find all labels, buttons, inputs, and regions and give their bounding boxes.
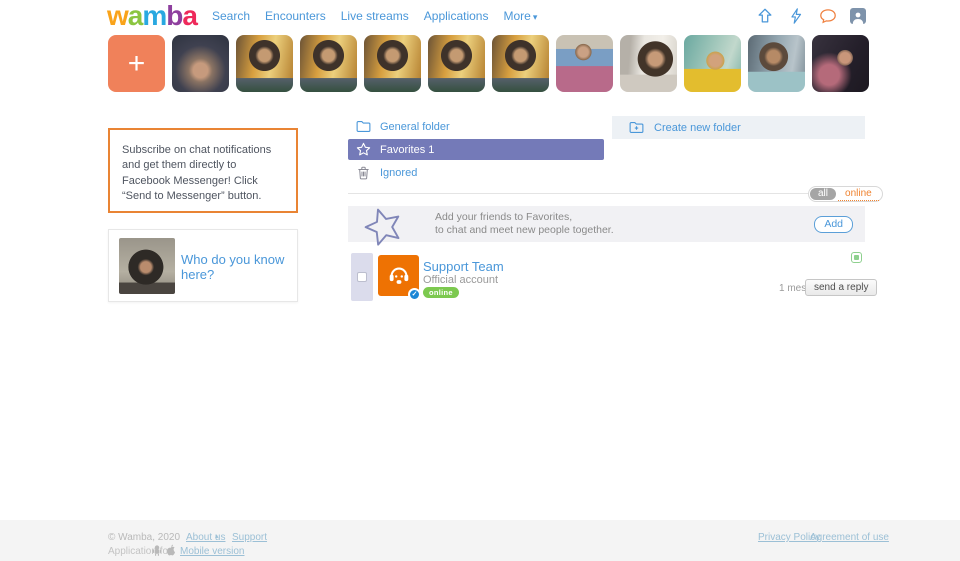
chat-bubble-icon[interactable]: [819, 7, 837, 25]
logo-letter: b: [166, 0, 182, 32]
verified-badge-icon: ✓: [408, 288, 421, 301]
about-us-link[interactable]: About us: [186, 532, 225, 543]
filter-online-button[interactable]: online: [838, 188, 879, 201]
new-message-indicator-icon: [851, 252, 862, 263]
who-do-you-know-box[interactable]: Who do you know here?: [108, 229, 298, 302]
messenger-promo-box: Subscribe on chat notifications and get …: [108, 128, 298, 213]
chevron-up-icon: ▴: [215, 532, 219, 540]
folder-ignored-label: Ignored: [380, 167, 417, 179]
profile-thumbnail[interactable]: [684, 35, 741, 92]
add-friends-button[interactable]: Add: [814, 216, 853, 233]
support-headset-icon: [386, 263, 412, 289]
header-icon-group: [756, 7, 866, 25]
logo-letter: m: [142, 0, 166, 32]
support-team-name-link[interactable]: Support Team: [423, 259, 504, 274]
big-star-icon: [362, 204, 404, 246]
folder-general-label: General folder: [380, 121, 450, 133]
lightning-icon[interactable]: [787, 7, 805, 25]
mobile-version-link[interactable]: Mobile version: [180, 546, 244, 557]
profile-thumbnail[interactable]: [492, 35, 549, 92]
star-icon: [355, 141, 372, 158]
folder-general[interactable]: General folder: [348, 116, 604, 137]
add-photo-tile[interactable]: +: [108, 35, 165, 92]
nav-search[interactable]: Search: [212, 9, 250, 23]
nav-live-streams[interactable]: Live streams: [341, 9, 409, 23]
logo-letter: a: [182, 0, 197, 32]
all-online-toggle: all online: [808, 186, 883, 202]
profile-thumbnail[interactable]: [748, 35, 805, 92]
logo-letter: a: [128, 0, 143, 32]
arrow-up-icon[interactable]: [756, 7, 774, 25]
support-link[interactable]: Support: [232, 532, 267, 543]
profile-thumbnail[interactable]: [428, 35, 485, 92]
plus-icon: +: [128, 49, 146, 79]
folder-ignored[interactable]: Ignored: [348, 162, 604, 183]
send-reply-button[interactable]: send a reply: [805, 279, 877, 296]
nav-more-label: More: [503, 9, 530, 23]
filter-all-button[interactable]: all: [810, 188, 836, 200]
nav-applications[interactable]: Applications: [424, 9, 489, 23]
profile-thumbnail[interactable]: [620, 35, 677, 92]
top-navigation: Search Encounters Live streams Applicati…: [212, 0, 537, 32]
nav-more[interactable]: More▾: [503, 9, 537, 23]
who-do-you-know-link[interactable]: Who do you know here?: [181, 230, 297, 303]
create-new-folder-label: Create new folder: [654, 122, 741, 134]
official-account-label: Official account: [423, 274, 498, 286]
footer: © Wamba, 2020 About us ▴ Support Privacy…: [0, 520, 960, 561]
chevron-down-icon: ▾: [533, 12, 538, 22]
messenger-promo-text: Subscribe on chat notifications and get …: [122, 144, 271, 202]
folder-icon: [355, 118, 372, 135]
favorites-banner-text: Add your friends to Favorites, to chat a…: [435, 211, 614, 237]
create-new-folder-button[interactable]: Create new folder: [612, 116, 865, 139]
folder-favorites-label: Favorites 1: [380, 144, 434, 156]
profile-thumbnail[interactable]: [364, 35, 421, 92]
apple-icon: [166, 544, 176, 556]
chat-row-select-bar[interactable]: [351, 253, 373, 301]
application-for-label: Application for:: [108, 546, 174, 557]
folder-plus-icon: [628, 119, 645, 136]
logo-letter: w: [107, 0, 128, 32]
trash-icon: [355, 164, 372, 181]
online-status-badge: online: [423, 287, 459, 298]
chat-row-checkbox[interactable]: [357, 272, 367, 282]
profile-thumbnail[interactable]: [300, 35, 357, 92]
wamba-logo[interactable]: wamba: [107, 0, 197, 32]
agreement-link[interactable]: Agreement of use: [810, 532, 889, 543]
profile-thumbnail[interactable]: [556, 35, 613, 92]
favorites-banner: Add your friends to Favorites, to chat a…: [348, 206, 865, 242]
profile-thumbnail[interactable]: [812, 35, 869, 92]
suggested-profile-photo[interactable]: [119, 238, 175, 294]
photo-strip: +: [108, 35, 869, 92]
profile-thumbnail[interactable]: [236, 35, 293, 92]
banner-line-2: to chat and meet new people together.: [435, 224, 614, 237]
wamba-page: wamba Search Encounters Live streams App…: [0, 0, 960, 561]
nav-encounters[interactable]: Encounters: [265, 9, 326, 23]
content-divider: [348, 193, 810, 194]
android-icon: [152, 545, 162, 556]
banner-line-1: Add your friends to Favorites,: [435, 211, 614, 224]
folder-favorites[interactable]: Favorites 1: [348, 139, 604, 160]
profile-thumbnail[interactable]: [172, 35, 229, 92]
profile-icon[interactable]: [850, 8, 866, 24]
copyright-text: © Wamba, 2020: [108, 532, 180, 543]
